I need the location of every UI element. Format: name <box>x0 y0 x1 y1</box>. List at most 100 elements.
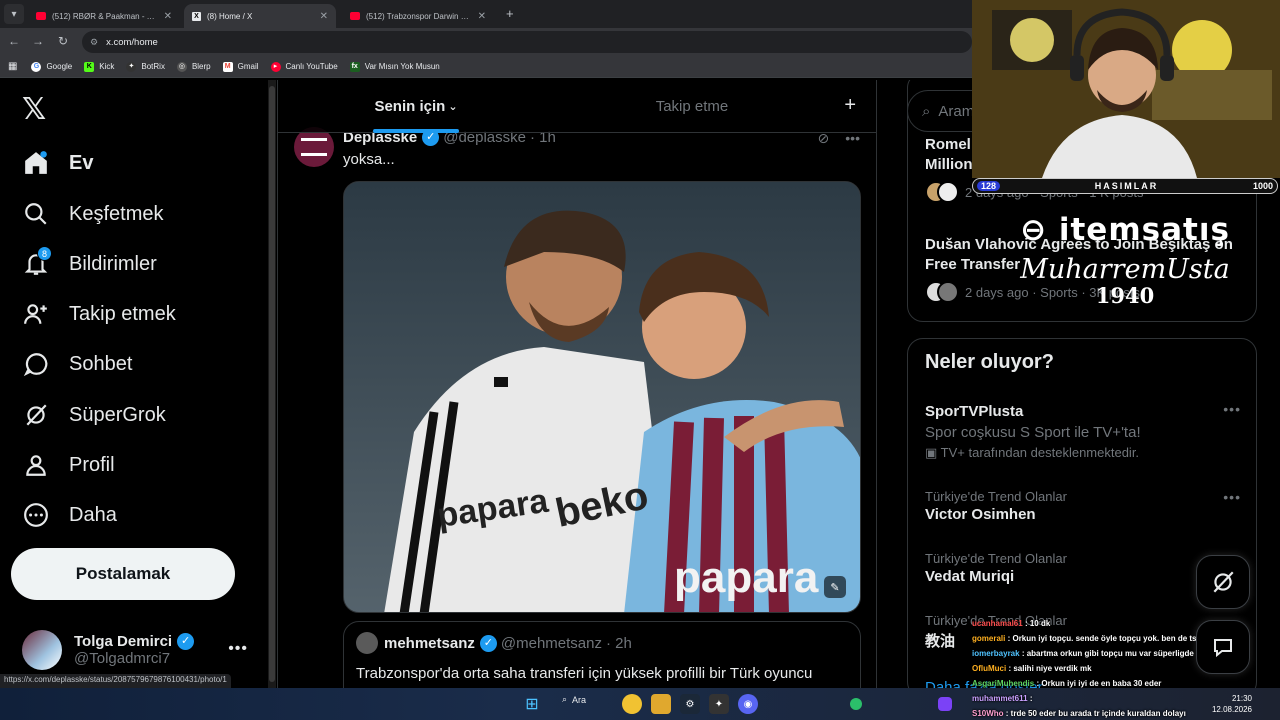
tweet[interactable]: Deplasske ✓ @deplasske · 1h ⊘ ••• yoksa.… <box>278 127 876 688</box>
post-button[interactable]: Postalamak <box>11 548 235 600</box>
message-icon <box>1214 639 1232 658</box>
bookmark-blerp[interactable]: ◎ Blerp <box>176 61 211 72</box>
search-icon <box>22 200 50 228</box>
account-switcher[interactable]: Tolga Demirci ✓ @Tolgadmrci7 ••• <box>22 628 252 672</box>
search-icon: ⌕ <box>922 102 931 120</box>
left-navigation: 𝕏 Ev Keşfetmek 8 Bildirimler Takip etmek… <box>0 80 270 688</box>
windows-start-icon[interactable]: ⊞ <box>522 694 542 714</box>
back-arrow-icon[interactable]: ← <box>6 34 22 48</box>
bookmark-youtube[interactable]: ▸ Canlı YouTube <box>270 61 338 72</box>
nav-profile[interactable]: Profil <box>22 445 115 485</box>
trend-name: Victor Osimhen <box>925 506 1036 523</box>
forward-arrow-icon[interactable]: → <box>30 34 46 48</box>
chat-message: muhammet611 : <box>972 691 1272 706</box>
chat-text: : Orkun iyi topçu. sende öyle topçu yok.… <box>1007 634 1215 643</box>
bar-label: HASIMLAR <box>1094 181 1159 191</box>
bell-icon: 8 <box>22 246 52 278</box>
browser-tab[interactable]: (512) RBØR & Paakman - Till' M ✕ <box>28 4 180 28</box>
discord-icon[interactable]: ◉ <box>738 694 758 714</box>
tab-search-button[interactable]: ▾ <box>4 4 24 24</box>
taskbar-search[interactable]: ⌕ Ara <box>562 694 586 705</box>
grok-floating-button[interactable] <box>1196 555 1250 609</box>
verified-badge-icon: ✓ <box>479 634 497 652</box>
bookmark-label: Canlı YouTube <box>285 62 338 71</box>
tab-title: (8) Home / X <box>207 11 253 21</box>
nav-notifications[interactable]: 8 Bildirimler <box>22 244 157 284</box>
chrome-icon[interactable] <box>622 694 642 714</box>
nav-label: Ev <box>69 151 94 174</box>
more-dots-icon[interactable]: ••• <box>1223 401 1241 417</box>
url-text: x.com/home <box>106 36 158 48</box>
tweet-photo[interactable]: papara beko papara ✎ <box>343 181 861 613</box>
trend-item[interactable]: Türkiye'de Trend Olanlar Vedat Muriqi <box>925 551 1241 585</box>
steam-icon[interactable]: ⚙ <box>680 694 700 714</box>
reload-icon[interactable]: ↻ <box>55 34 71 48</box>
quoted-tweet[interactable]: mehmetsanz ✓ @mehmetsanz · 2h Trabzonspo… <box>343 621 861 688</box>
chat-text: : trde 50 eder bu arada tr içinde kurald… <box>1005 709 1186 718</box>
trend-subtitle: Spor coşkusu S Sport ile TV+'ta! <box>925 424 1141 441</box>
promoted-label: ▣ TV+ tarafından desteklenmektedir. <box>925 445 1241 461</box>
bookmark-label: Var Mısın Yok Musun <box>364 62 440 71</box>
nav-label: Takip etmek <box>69 302 176 325</box>
deplasske-logo-icon <box>301 138 327 156</box>
year-text: 1940 <box>1095 283 1155 308</box>
bookmark-kick[interactable]: K Kick <box>84 61 114 72</box>
scrollbar-thumb[interactable] <box>269 86 275 682</box>
more-dots-icon[interactable]: ••• <box>228 640 248 658</box>
tab-label: Senin için <box>374 98 446 115</box>
botrix-icon: ✦ <box>126 61 137 72</box>
chat-text: : <box>1029 694 1033 703</box>
chat-username: iomerbayrak <box>972 649 1020 658</box>
omnibox[interactable]: ⚙ x.com/home <box>82 31 972 53</box>
football-players-image: papara beko papara <box>344 182 860 612</box>
bookmark-gmail[interactable]: M Gmail <box>222 61 259 72</box>
trend-item[interactable]: Türkiye'de Trend Olanlar Victor Osimhen … <box>925 489 1241 523</box>
app-icon[interactable]: ✦ <box>709 694 729 714</box>
trend-item[interactable]: SporTVPlusta Spor coşkusu S Sport ile TV… <box>925 401 1241 461</box>
tray-app-icon[interactable] <box>938 697 952 711</box>
more-dots-icon[interactable]: ••• <box>1223 489 1241 505</box>
tab-following[interactable]: Takip etme <box>554 80 830 133</box>
chat-text: : 10 dk <box>1024 619 1051 628</box>
new-tab-button[interactable]: + <box>506 6 514 21</box>
tweet-avatar[interactable] <box>294 127 334 167</box>
nav-home[interactable]: Ev <box>22 143 93 183</box>
close-tab-icon[interactable]: ✕ <box>164 11 172 22</box>
active-tab-underline <box>373 129 459 133</box>
x-logo-icon[interactable]: 𝕏 <box>22 92 46 127</box>
bookmark-google[interactable]: G Google <box>31 61 72 72</box>
apps-grid-icon[interactable]: ▦ <box>8 61 17 72</box>
chat-message: AsgariMuhendis : Orkun iyi iyi de en bab… <box>972 676 1272 691</box>
nav-explore[interactable]: Keşfetmek <box>22 194 163 234</box>
add-tab-icon[interactable]: + <box>844 94 856 117</box>
nav-supergrok[interactable]: SüperGrok <box>22 395 166 435</box>
tray-app-icon[interactable] <box>850 698 862 710</box>
quote-time: · 2h <box>605 634 632 652</box>
bookmark-botrix[interactable]: ✦ BotRix <box>126 61 165 72</box>
status-url: https://x.com/deplasske/status/208757967… <box>0 674 231 688</box>
nav-follow[interactable]: Takip etmek <box>22 294 176 334</box>
quote-author-handle: @mehmetsanz <box>500 634 602 652</box>
trend-name: Vedat Muriqi <box>925 568 1015 585</box>
close-tab-icon[interactable]: ✕ <box>478 11 486 22</box>
browser-tab-active[interactable]: X (8) Home / X ✕ <box>184 4 336 28</box>
nav-chat[interactable]: Sohbet <box>22 344 132 384</box>
browser-tab[interactable]: (512) Trabzonspor Darwin Nune ✕ <box>342 4 494 28</box>
site-info-icon[interactable]: ⚙ <box>90 37 98 48</box>
verified-badge-icon: ✓ <box>177 633 195 650</box>
timeline: Senin için ⌄ Takip etme + Deplasske ✓ @d… <box>277 80 877 688</box>
left-scrollbar[interactable] <box>268 80 276 688</box>
trend-name: SporTVPlusta <box>925 403 1024 420</box>
x-favicon-icon: X <box>192 11 201 21</box>
messages-floating-button[interactable] <box>1196 620 1250 674</box>
profile-name-row: Tolga Demirci ✓ <box>74 633 195 650</box>
file-explorer-icon[interactable] <box>651 694 671 714</box>
more-circle-icon <box>22 501 50 529</box>
close-tab-icon[interactable]: ✕ <box>320 11 328 22</box>
nav-more[interactable]: Daha <box>22 495 117 535</box>
bookmark-var-misin[interactable]: fx Var Mısın Yok Musun <box>349 61 440 72</box>
home-icon <box>22 149 50 177</box>
image-edit-icon[interactable]: ✎ <box>824 576 846 598</box>
tab-for-you[interactable]: Senin için ⌄ <box>278 80 554 133</box>
promoted-icon: ▣ <box>925 445 941 460</box>
